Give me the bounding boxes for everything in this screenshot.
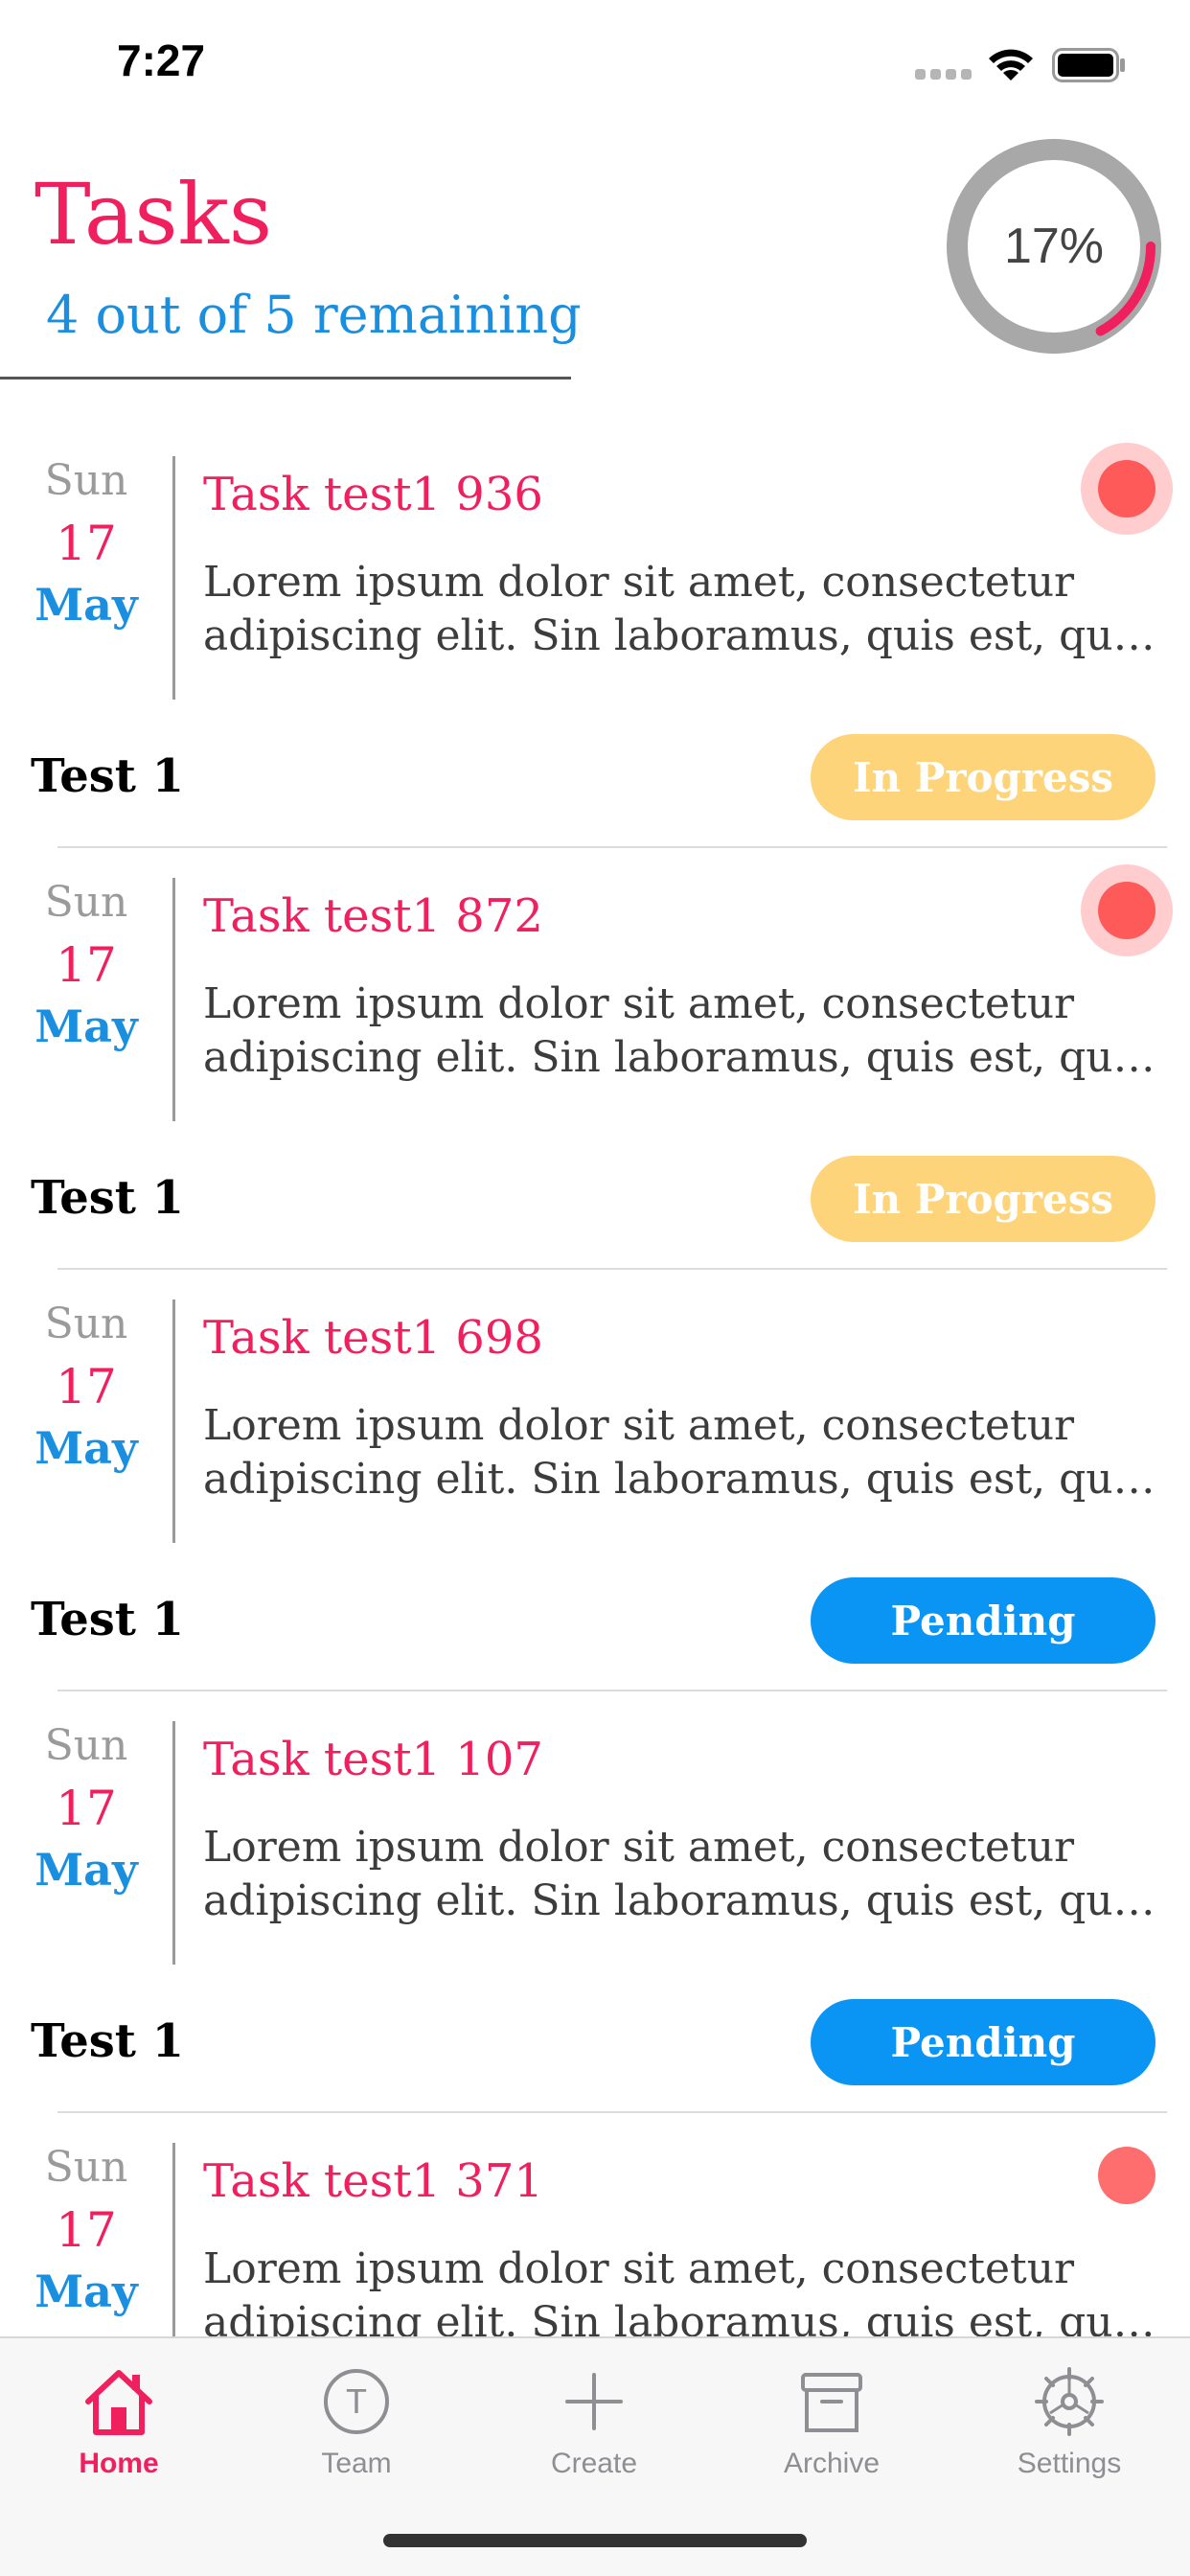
task-title[interactable]: Task test1 872 [203, 889, 543, 943]
status-time: 7:27 [117, 35, 206, 85]
task-description: Lorem ipsum dolor sit amet, consectetur a… [203, 978, 1161, 1085]
date-divider [172, 456, 175, 700]
task-day: 17 [56, 1781, 117, 1836]
task-month: May [34, 1844, 138, 1896]
team-icon: T [324, 2369, 389, 2434]
task-day-of-week: Sun [44, 2143, 128, 2192]
header-divider [0, 377, 571, 380]
task-description-line: adipiscing elit. Sin laboramus, quis est… [203, 2298, 1161, 2336]
status-badge[interactable]: Pending [811, 1577, 1156, 1664]
status-badge[interactable]: In Progress [811, 1156, 1156, 1242]
task-day-of-week: Sun [44, 1300, 128, 1348]
plus-icon [565, 2373, 623, 2430]
task-day: 17 [56, 1359, 117, 1414]
tab-team[interactable]: T Team [261, 2365, 452, 2499]
task-day: 17 [56, 516, 117, 571]
priority-indicator [1081, 2129, 1173, 2221]
task-card[interactable]: Sun 17 May Task test1 698 Lorem ipsum dolor … [0, 1255, 1190, 1691]
task-description: Lorem ipsum dolor sit amet, consectetur a… [203, 1399, 1161, 1506]
svg-text:T: T [346, 2381, 367, 2421]
task-card[interactable]: Sun 17 May Task test1 936 Lorem ipsum dolor … [0, 412, 1190, 848]
task-description-line: Lorem ipsum dolor sit amet, consectetur [203, 1401, 1075, 1450]
task-day-of-week: Sun [44, 878, 128, 927]
task-date: Sun 17 May [19, 1294, 153, 1478]
priority-indicator [1081, 864, 1173, 956]
status-badge[interactable]: Pending [811, 1999, 1156, 2085]
task-team: Test 1 [31, 1593, 185, 1646]
task-description: Lorem ipsum dolor sit amet, consectetur a… [203, 2242, 1161, 2336]
tab-archive[interactable]: Archive [736, 2365, 927, 2499]
tab-label: Home [79, 2448, 159, 2479]
task-day-of-week: Sun [44, 456, 128, 505]
task-list[interactable]: Sun 17 May Task test1 936 Lorem ipsum dolor … [0, 412, 1190, 2336]
task-description-line: Lorem ipsum dolor sit amet, consectetur [203, 2244, 1075, 2293]
cellular-signal-icon [915, 69, 973, 82]
task-month: May [34, 1000, 138, 1052]
priority-indicator [1081, 443, 1173, 535]
tab-settings[interactable]: Settings [973, 2365, 1165, 2499]
task-team: Test 1 [31, 1171, 185, 1225]
home-indicator [383, 2534, 807, 2547]
archive-icon [801, 2373, 862, 2432]
task-month: May [34, 2266, 138, 2317]
date-divider [172, 1721, 175, 1965]
progress-percent: 17% [1003, 218, 1105, 274]
battery-icon [1052, 48, 1125, 82]
date-divider [172, 1300, 175, 1543]
task-title[interactable]: Task test1 107 [203, 1733, 543, 1786]
task-description-line: adipiscing elit. Sin laboramus, quis est… [203, 1876, 1161, 1925]
tab-label: Archive [783, 2448, 881, 2479]
remaining-count: 4 out of 5 remaining [46, 285, 582, 345]
wifi-icon [989, 49, 1033, 80]
task-card[interactable]: Sun 17 May Task test1 872 Lorem ipsum dolor … [0, 834, 1190, 1270]
home-icon [85, 2370, 152, 2435]
task-date: Sun 17 May [19, 872, 153, 1056]
task-team: Test 1 [31, 2014, 185, 2068]
task-description-line: Lorem ipsum dolor sit amet, consectetur [203, 558, 1075, 607]
task-description: Lorem ipsum dolor sit amet, consectetur a… [203, 556, 1161, 663]
status-bar: 7:27 [0, 0, 1190, 125]
task-month: May [34, 1422, 138, 1474]
task-day-of-week: Sun [44, 1721, 128, 1770]
task-date: Sun 17 May [19, 1715, 153, 1899]
task-date: Sun 17 May [19, 450, 153, 634]
task-title[interactable]: Task test1 698 [203, 1311, 543, 1365]
task-card[interactable]: Sun 17 May Task test1 107 Lorem ipsum dolor … [0, 1677, 1190, 2113]
task-description-line: adipiscing elit. Sin laboramus, quis est… [203, 1455, 1161, 1504]
task-day: 17 [56, 2202, 117, 2258]
date-divider [172, 878, 175, 1121]
task-title[interactable]: Task test1 371 [203, 2154, 543, 2208]
task-description-line: adipiscing elit. Sin laboramus, quis est… [203, 1033, 1161, 1082]
task-day: 17 [56, 937, 117, 993]
tab-label: Team [321, 2448, 392, 2479]
date-divider [172, 2143, 175, 2336]
task-card[interactable]: Sun 17 May Task test1 371 Lorem ipsum dolor … [0, 2099, 1190, 2336]
status-badge[interactable]: In Progress [811, 734, 1156, 820]
task-description: Lorem ipsum dolor sit amet, consectetur a… [203, 1821, 1161, 1928]
task-title[interactable]: Task test1 936 [203, 468, 543, 521]
task-month: May [34, 579, 138, 631]
page-title: Tasks [34, 165, 272, 264]
task-description-line: Lorem ipsum dolor sit amet, consectetur [203, 979, 1075, 1028]
task-date: Sun 17 May [19, 2137, 153, 2321]
task-description-line: adipiscing elit. Sin laboramus, quis est… [203, 611, 1161, 660]
tab-label: Create [550, 2448, 638, 2479]
tab-label: Settings [1017, 2448, 1122, 2479]
settings-icon [1035, 2367, 1104, 2436]
task-team: Test 1 [31, 749, 185, 803]
task-description-line: Lorem ipsum dolor sit amet, consectetur [203, 1823, 1075, 1872]
tab-home[interactable]: Home [23, 2365, 215, 2499]
tab-create[interactable]: Create [498, 2365, 690, 2499]
